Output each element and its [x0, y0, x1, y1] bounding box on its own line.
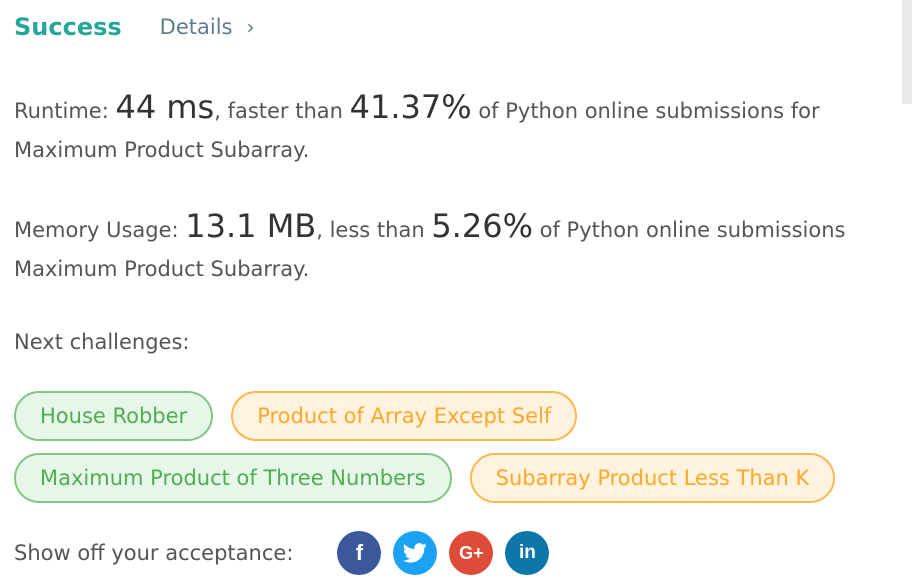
- memory-problem: Maximum Product Subarray.: [14, 257, 310, 281]
- memory-line: Memory Usage: 13.1 MB, less than 5.26% o…: [14, 207, 845, 250]
- memory-value: 13.1 MB: [185, 207, 317, 245]
- challenge-maximum-product-of-three-numbers[interactable]: Maximum Product of Three Numbers: [14, 453, 452, 503]
- runtime-value: 44 ms: [115, 88, 215, 126]
- result-header: Success Details ›: [14, 10, 254, 44]
- scrollbar[interactable]: [902, 0, 912, 104]
- runtime-percent: 41.37%: [349, 88, 472, 126]
- share-section: Show off your acceptance: f G+ in: [14, 531, 561, 575]
- challenge-subarray-product-less-than-k[interactable]: Subarray Product Less Than K: [469, 453, 836, 503]
- chevron-right-icon: ›: [246, 15, 255, 39]
- memory-suffix: of Python online submissions: [532, 218, 846, 242]
- twitter-bird-icon: [403, 543, 427, 563]
- details-label: Details: [159, 15, 233, 39]
- share-label: Show off your acceptance:: [14, 541, 294, 565]
- runtime-problem: Maximum Product Subarray.: [14, 138, 310, 162]
- twitter-icon[interactable]: [393, 531, 438, 575]
- details-link[interactable]: Details ›: [160, 15, 255, 39]
- runtime-stat: Runtime: 44 ms, faster than 41.37% of Py…: [14, 88, 820, 170]
- linkedin-icon[interactable]: in: [505, 531, 550, 575]
- challenge-product-of-array-except-self[interactable]: Product of Array Except Self: [231, 391, 578, 441]
- runtime-label: Runtime:: [14, 99, 116, 123]
- next-challenges: House Robber Product of Array Except Sel…: [14, 391, 912, 515]
- memory-comparison: , less than: [316, 218, 432, 242]
- runtime-line: Runtime: 44 ms, faster than 41.37% of Py…: [14, 88, 820, 131]
- runtime-comparison: , faster than: [214, 99, 350, 123]
- challenge-row: House Robber Product of Array Except Sel…: [14, 391, 912, 443]
- facebook-icon[interactable]: f: [337, 531, 382, 575]
- runtime-suffix: of Python online submissions for: [471, 99, 820, 123]
- next-challenges-label: Next challenges:: [14, 330, 190, 354]
- memory-percent: 5.26%: [431, 207, 533, 245]
- challenge-row: Maximum Product of Three Numbers Subarra…: [14, 453, 912, 505]
- social-buttons: f G+ in: [337, 531, 561, 575]
- memory-label: Memory Usage:: [14, 218, 186, 242]
- memory-stat: Memory Usage: 13.1 MB, less than 5.26% o…: [14, 207, 845, 289]
- challenge-house-robber[interactable]: House Robber: [14, 391, 214, 441]
- status-label: Success: [14, 13, 122, 41]
- google-plus-icon[interactable]: G+: [449, 531, 494, 575]
